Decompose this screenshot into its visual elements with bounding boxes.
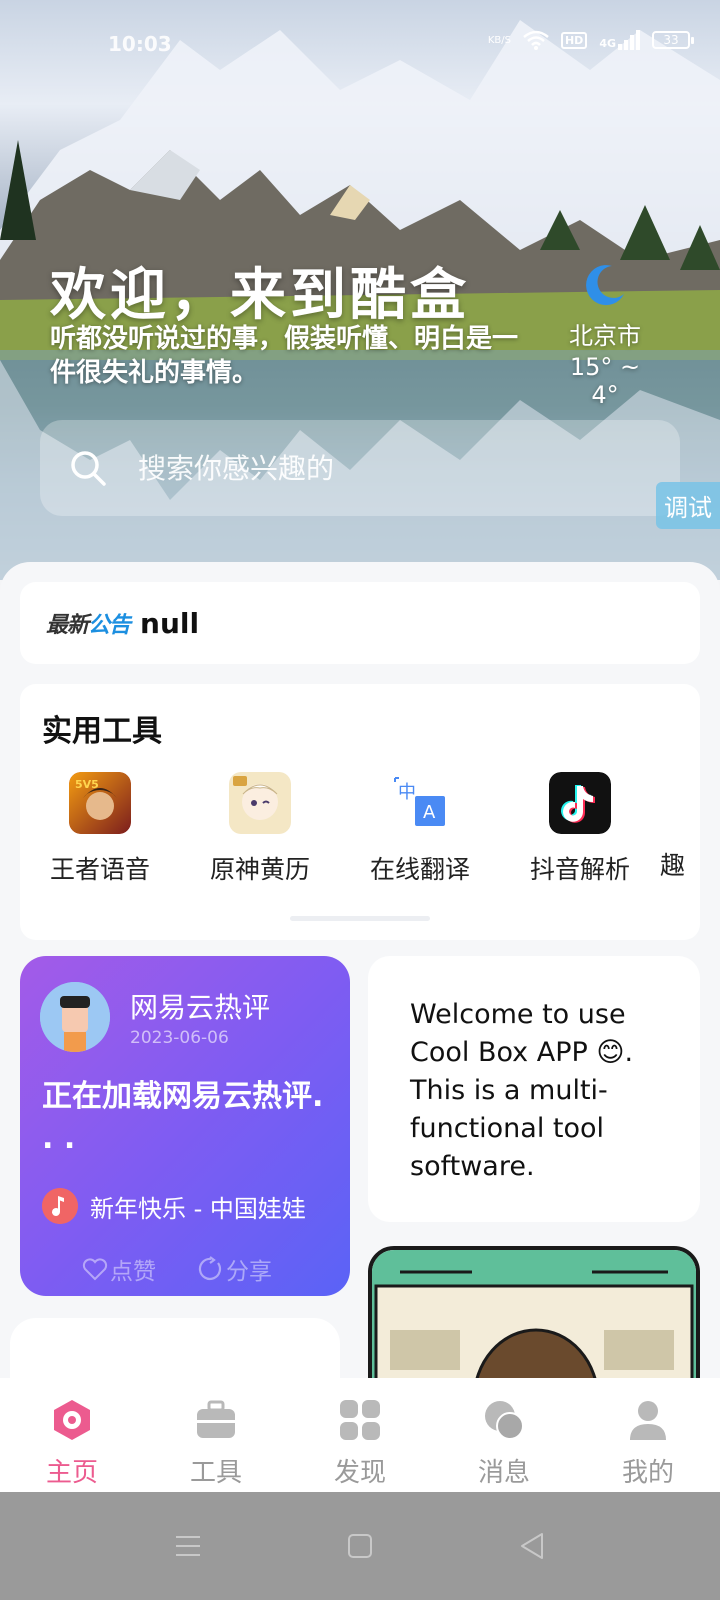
svg-text:5V5: 5V5 xyxy=(75,778,99,791)
song-title: 新年快乐 - 中国娃娃 xyxy=(90,1194,306,1223)
content-sheet: 最新公告 null 实用工具 5V5 王者语音 原神黄历 中 A 在线翻译 抖音… xyxy=(0,562,720,1382)
weather-city: 北京市 xyxy=(569,322,641,350)
tab-label: 我的 xyxy=(621,1458,674,1488)
tool-genshin-almanac[interactable]: 原神黄历 xyxy=(180,772,340,886)
network-label: 4G xyxy=(599,37,616,50)
battery-icon: 33 xyxy=(652,31,694,49)
netease-comment-card[interactable]: 网易云热评 2023-06-06 正在加载网易云热评. . . 新年快乐 - 中… xyxy=(20,956,350,1296)
status-time: 10:03 xyxy=(108,32,172,56)
tiktok-icon xyxy=(549,772,611,834)
hot-comment-text: 正在加载网易云热评. . . xyxy=(42,1079,324,1156)
notice-text: null xyxy=(140,606,200,640)
home-nav-icon[interactable] xyxy=(342,1528,378,1564)
genshin-icon xyxy=(229,772,291,834)
tool-label: 原神黄历 xyxy=(209,855,310,884)
tools-scroll-indicator xyxy=(290,916,430,921)
search-input[interactable] xyxy=(138,451,598,485)
honor-of-kings-icon: 5V5 xyxy=(69,772,131,834)
svg-text:A: A xyxy=(423,802,436,823)
notice-logo-part1: 最新 xyxy=(46,613,89,638)
notice-logo: 最新公告 xyxy=(46,607,131,639)
translate-icon: 中 A xyxy=(389,772,451,834)
system-navigation-bar xyxy=(0,1492,720,1600)
grid-icon xyxy=(340,1400,380,1440)
avatar xyxy=(40,982,110,1052)
tab-messages[interactable]: 消息 xyxy=(432,1378,576,1492)
hero-banner: 10:03 KB/S HD 4G 33 欢迎，来到酷盒 听都没听说过的事，假装听… xyxy=(0,0,720,580)
share-button[interactable]: 分享 xyxy=(198,1252,272,1286)
tools-row[interactable]: 5V5 王者语音 原神黄历 中 A 在线翻译 抖音解析 趣 xyxy=(20,772,700,886)
tool-douyin-parse[interactable]: 抖音解析 xyxy=(500,772,660,886)
weather-widget[interactable]: 北京市 15° ~ 4° xyxy=(560,262,650,409)
share-label: 分享 xyxy=(226,1259,272,1285)
search-icon xyxy=(71,451,106,486)
tool-partial[interactable]: 趣 xyxy=(660,772,700,886)
network-type: 4G xyxy=(599,30,640,50)
tab-discover[interactable]: 发现 xyxy=(288,1378,432,1492)
debug-button[interactable]: 调试 xyxy=(656,482,720,529)
tool-online-translate[interactable]: 中 A 在线翻译 xyxy=(340,772,500,886)
home-icon xyxy=(54,1400,90,1440)
tab-label: 消息 xyxy=(477,1458,530,1488)
tab-profile[interactable]: 我的 xyxy=(576,1378,720,1492)
wifi-icon xyxy=(523,30,549,50)
signal-icon xyxy=(618,30,640,50)
tool-honor-voice[interactable]: 5V5 王者语音 xyxy=(20,772,180,886)
hd-badge: HD xyxy=(560,31,588,49)
comic-illustration xyxy=(372,1250,696,1382)
status-bar: 10:03 KB/S HD 4G 33 xyxy=(0,28,720,64)
tool-label: 在线翻译 xyxy=(369,855,470,884)
partial-card[interactable] xyxy=(10,1318,340,1382)
chat-icon xyxy=(485,1401,524,1440)
partial-tool-icon xyxy=(670,772,690,834)
tab-tools[interactable]: 工具 xyxy=(144,1378,288,1492)
tab-home[interactable]: 主页 xyxy=(0,1378,144,1492)
back-icon[interactable] xyxy=(514,1528,550,1564)
tool-label: 王者语音 xyxy=(49,855,150,884)
tools-title: 实用工具 xyxy=(42,714,162,749)
tab-label: 主页 xyxy=(45,1458,98,1488)
notice-logo-part2: 公告 xyxy=(88,613,131,638)
tool-label: 抖音解析 xyxy=(529,855,630,884)
crescent-moon-icon xyxy=(586,265,624,306)
share-icon xyxy=(198,1256,221,1280)
welcome-card-text: Welcome to use Cool Box APP 😊. This is a… xyxy=(410,999,634,1182)
tools-panel: 实用工具 5V5 王者语音 原神黄历 中 A 在线翻译 抖音解析 趣 xyxy=(20,684,700,940)
notice-bar[interactable]: 最新公告 null xyxy=(20,582,700,664)
like-button[interactable]: 点赞 xyxy=(82,1252,156,1286)
menu-icon[interactable] xyxy=(170,1528,206,1564)
search-bar[interactable] xyxy=(40,420,680,516)
card-actions: 点赞 分享 xyxy=(82,1252,272,1286)
card-date: 2023-06-06 xyxy=(130,1028,229,1048)
comic-card[interactable] xyxy=(368,1246,700,1382)
weather-temperature: 15° ~ 4° xyxy=(569,353,641,409)
tab-label: 工具 xyxy=(189,1458,242,1488)
tool-label: 趣 xyxy=(660,851,686,880)
profile-icon xyxy=(630,1401,666,1440)
card-title: 网易云热评 xyxy=(130,991,271,1024)
user-avatar-icon xyxy=(40,982,110,1052)
heart-icon xyxy=(82,1258,108,1281)
like-label: 点赞 xyxy=(110,1259,156,1285)
welcome-subtitle: 听都没听说过的事，假装听懂、明白是一件很失礼的事情。 xyxy=(50,324,519,388)
briefcase-icon xyxy=(197,1400,235,1438)
net-speed: KB/S xyxy=(487,34,511,46)
song-info[interactable]: 新年快乐 - 中国娃娃 xyxy=(42,1188,306,1224)
status-icons: KB/S HD 4G 33 xyxy=(487,30,694,50)
welcome-title: 欢迎，来到酷盒 xyxy=(50,263,470,328)
svg-text:中: 中 xyxy=(398,782,416,803)
welcome-card: Welcome to use Cool Box APP 😊. This is a… xyxy=(368,956,700,1222)
bottom-tab-bar: 主页 工具 发现 消息 我的 xyxy=(0,1378,720,1492)
music-note-icon xyxy=(42,1188,78,1224)
tab-label: 发现 xyxy=(333,1458,386,1488)
